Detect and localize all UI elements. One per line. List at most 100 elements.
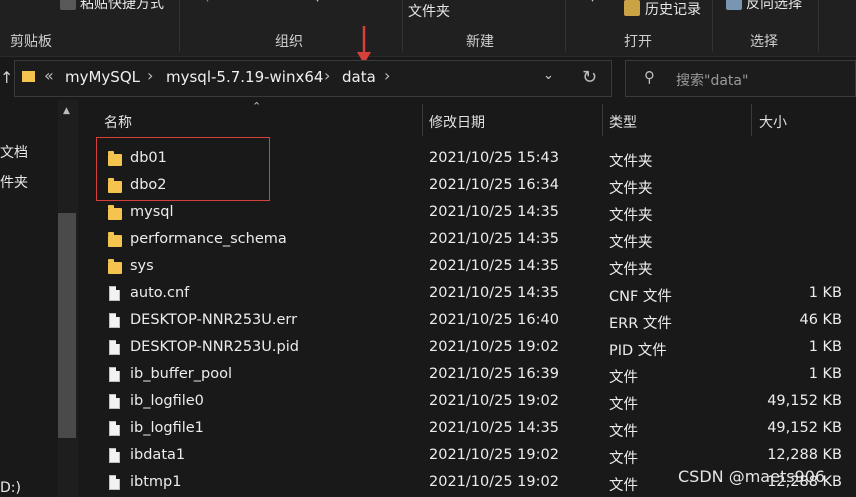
- file-date: 2021/10/25 14:35: [429, 420, 559, 436]
- column-divider[interactable]: [751, 104, 752, 136]
- file-icon: [109, 421, 120, 436]
- file-name: performance_schema: [130, 231, 287, 247]
- file-date: 2021/10/25 14:35: [429, 285, 559, 301]
- file-name: DESKTOP-NNR253U.err: [130, 312, 298, 328]
- scroll-up-icon[interactable]: ▲: [63, 106, 70, 116]
- folder-icon: [108, 205, 122, 220]
- search-placeholder: 搜索"data": [676, 73, 749, 89]
- chevron-right-icon[interactable]: ›: [324, 66, 330, 85]
- column-header-name[interactable]: 名称: [104, 112, 132, 132]
- history-button[interactable]: 历史记录: [645, 0, 701, 19]
- file-row[interactable]: performance_schema 2021/10/25 14:35 文件夹: [96, 227, 856, 254]
- new-folder-button[interactable]: 文件夹: [408, 1, 450, 21]
- divider: [818, 0, 819, 52]
- divider: [402, 0, 403, 52]
- breadcrumb-item-data[interactable]: data: [342, 68, 376, 86]
- file-name: ib_buffer_pool: [130, 366, 232, 382]
- breadcrumb-item-mymysql[interactable]: myMySQL: [65, 68, 140, 86]
- file-type: 文件夹: [609, 181, 653, 197]
- file-size: 49,152 KB: [767, 393, 842, 409]
- file-name: mysql: [130, 204, 174, 220]
- file-type: CNF 文件: [609, 289, 672, 305]
- chevron-right-icon[interactable]: ›: [147, 66, 153, 85]
- breadcrumb-overflow[interactable]: «: [44, 66, 54, 85]
- file-name: ib_logfile0: [130, 393, 204, 409]
- file-date: 2021/10/25 19:02: [429, 447, 559, 463]
- file-icon: [109, 286, 120, 301]
- file-date: 2021/10/25 15:43: [429, 150, 559, 166]
- file-icon: [109, 313, 120, 328]
- file-row[interactable]: ib_logfile1 2021/10/25 14:35 文件 49,152 KB: [96, 416, 856, 443]
- watermark: CSDN @maets906: [678, 467, 826, 486]
- column-header-type[interactable]: 类型: [609, 112, 637, 132]
- file-name: DESKTOP-NNR253U.pid: [130, 339, 299, 355]
- nav-item-folder[interactable]: 件夹: [0, 172, 28, 192]
- invert-selection-icon: [726, 0, 742, 10]
- file-icon: [109, 394, 120, 409]
- file-row[interactable]: ib_logfile0 2021/10/25 19:02 文件 49,152 KB: [96, 389, 856, 416]
- refresh-icon[interactable]: ↻: [582, 67, 597, 88]
- nav-scrollbar-thumb[interactable]: [58, 213, 76, 438]
- history-icon: [624, 0, 640, 16]
- column-header-size[interactable]: 大小: [759, 112, 787, 132]
- nav-item-drive-d[interactable]: D:): [0, 480, 21, 496]
- file-type: 文件: [609, 478, 638, 494]
- file-size: 12,288 KB: [767, 447, 842, 463]
- file-type: 文件夹: [609, 208, 653, 224]
- column-divider[interactable]: [602, 104, 603, 136]
- file-date: 2021/10/25 19:02: [429, 339, 559, 355]
- file-name: sys: [130, 258, 154, 274]
- chevron-down-icon[interactable]: ▾: [205, 0, 210, 5]
- file-date: 2021/10/25 14:35: [429, 258, 559, 274]
- file-row[interactable]: mysql 2021/10/25 14:35 文件夹: [96, 200, 856, 227]
- file-size: 49,152 KB: [767, 420, 842, 436]
- file-date: 2021/10/25 16:34: [429, 177, 559, 193]
- file-date: 2021/10/25 14:35: [429, 204, 559, 220]
- breadcrumb-item-mysql[interactable]: mysql-5.7.19-winx64: [166, 68, 323, 86]
- file-row[interactable]: DESKTOP-NNR253U.err 2021/10/25 16:40 ERR 文…: [96, 308, 856, 335]
- file-type: 文件: [609, 424, 638, 440]
- file-row[interactable]: auto.cnf 2021/10/25 14:35 CNF 文件 1 KB: [96, 281, 856, 308]
- file-name: ib_logfile1: [130, 420, 204, 436]
- file-row[interactable]: DESKTOP-NNR253U.pid 2021/10/25 19:02 PID 文…: [96, 335, 856, 362]
- file-icon: [109, 448, 120, 463]
- up-arrow-icon[interactable]: ↑: [0, 68, 13, 87]
- file-date: 2021/10/25 14:35: [429, 231, 559, 247]
- file-size: 1 KB: [808, 285, 842, 301]
- divider: [712, 0, 713, 52]
- file-icon: [109, 367, 120, 382]
- file-name: auto.cnf: [130, 285, 190, 301]
- file-type: 文件夹: [609, 154, 653, 170]
- chevron-down-icon[interactable]: ▾: [590, 0, 595, 5]
- chevron-right-icon[interactable]: ›: [384, 66, 390, 85]
- invert-selection-button[interactable]: 反向选择: [746, 0, 802, 13]
- column-header-date[interactable]: 修改日期: [429, 112, 485, 132]
- ribbon: 粘贴快捷方式 ▾ ▾ 文件夹 ▾ 历史记录 反向选择 剪贴板 组织 新建 打开 …: [0, 0, 856, 57]
- file-type: 文件: [609, 370, 638, 386]
- file-date: 2021/10/25 16:39: [429, 366, 559, 382]
- group-label-select: 选择: [750, 34, 778, 50]
- file-type: 文件夹: [609, 235, 653, 251]
- file-row[interactable]: sys 2021/10/25 14:35 文件夹: [96, 254, 856, 281]
- file-row[interactable]: ibdata1 2021/10/25 19:02 文件 12,288 KB: [96, 443, 856, 470]
- chevron-down-icon[interactable]: ⌄: [543, 68, 554, 83]
- file-type: 文件: [609, 397, 638, 413]
- group-label-organize: 组织: [275, 34, 303, 50]
- search-icon: ⚲: [644, 68, 655, 86]
- file-date: 2021/10/25 16:40: [429, 312, 559, 328]
- chevron-down-icon[interactable]: ▾: [315, 0, 320, 5]
- folder-icon: [22, 71, 35, 82]
- file-size: 46 KB: [799, 312, 842, 328]
- file-type: 文件夹: [609, 262, 653, 278]
- sort-ascending-icon: ⌃: [252, 100, 262, 113]
- paste-shortcut-button[interactable]: 粘贴快捷方式: [80, 0, 164, 13]
- group-label-clipboard: 剪贴板: [10, 34, 52, 50]
- divider: [565, 0, 566, 52]
- file-row[interactable]: ib_buffer_pool 2021/10/25 16:39 文件 1 KB: [96, 362, 856, 389]
- paste-shortcut-icon: [60, 0, 76, 10]
- file-date: 2021/10/25 19:02: [429, 474, 559, 490]
- column-divider[interactable]: [422, 104, 423, 136]
- nav-item-documents[interactable]: 文档: [0, 142, 28, 162]
- file-type: PID 文件: [609, 343, 667, 359]
- file-type: 文件: [609, 451, 638, 467]
